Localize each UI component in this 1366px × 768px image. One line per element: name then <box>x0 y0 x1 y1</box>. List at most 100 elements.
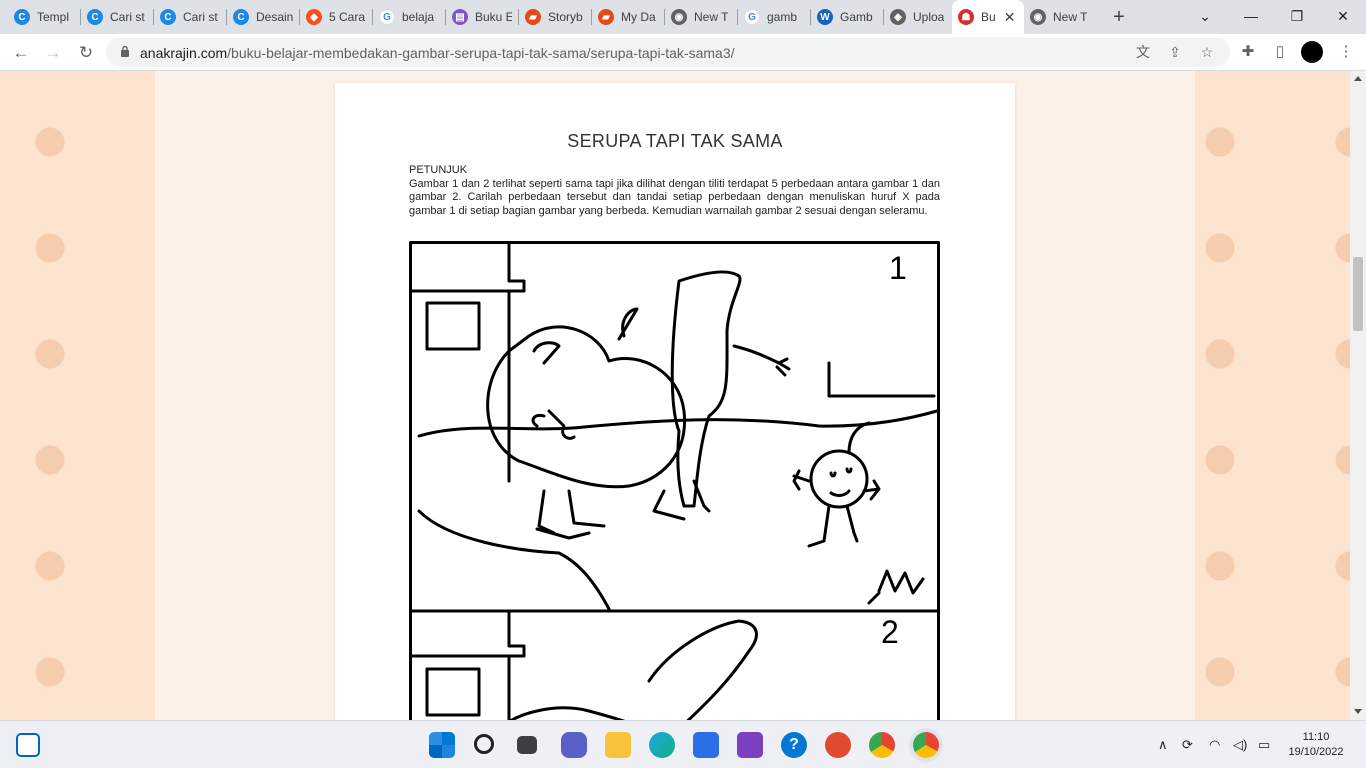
tab-label: Storyb <box>548 10 583 24</box>
browser-tab[interactable]: C Cari st <box>154 4 226 30</box>
start-button-icon[interactable] <box>429 732 455 758</box>
back-button[interactable]: ← <box>8 40 34 66</box>
tray-chevron-icon[interactable]: ∧ <box>1158 737 1168 753</box>
browser-tab[interactable]: Gbelaja <box>373 4 445 30</box>
panel-2-drawing: 2 <box>409 610 899 720</box>
scroll-down-arrow[interactable] <box>1354 709 1362 714</box>
restore-button[interactable]: ❐ <box>1274 4 1320 28</box>
chrome-active-icon[interactable] <box>913 732 939 758</box>
browser-tab[interactable]: W Gamb <box>811 4 883 30</box>
anakrajin-icon: ☗ <box>958 9 974 25</box>
panel-1-drawing: 1 <box>409 241 939 611</box>
panel-1-number: 1 <box>889 250 907 286</box>
google-icon: G <box>744 9 760 25</box>
chat-icon: ▰ <box>525 9 541 25</box>
share-icon[interactable]: ⇪ <box>1166 43 1184 61</box>
edge-icon[interactable] <box>649 732 675 758</box>
url-text[interactable]: anakrajin.com/buku-belajar-membedakan-ga… <box>140 45 735 61</box>
browser-tab[interactable]: ◉ New T <box>665 4 737 30</box>
tab-label: 5 Cara <box>329 10 366 24</box>
puzzle-illustration: 1 2 <box>409 241 940 720</box>
bookmark-star-icon[interactable]: ☆ <box>1198 43 1216 61</box>
translate-icon[interactable]: 文 <box>1134 43 1152 61</box>
browser-tab[interactable]: ◆ 5 Cara <box>300 4 372 30</box>
help-icon[interactable]: ? <box>781 732 807 758</box>
clock-time: 11:10 <box>1302 731 1330 743</box>
extensions-icon[interactable]: ✚ <box>1238 42 1258 62</box>
w-icon: W <box>817 9 833 25</box>
instruction-text: Gambar 1 dan 2 terlihat seperti sama tap… <box>409 178 940 217</box>
google-icon: G <box>379 9 395 25</box>
teams-chat-icon[interactable] <box>561 732 587 758</box>
scrollbar-thumb[interactable] <box>1353 257 1363 331</box>
panel-2-number: 2 <box>881 614 899 650</box>
browser-tab[interactable]: C Cari st <box>81 4 153 30</box>
forward-button[interactable]: → <box>40 40 66 66</box>
chat-icon: ▰ <box>598 9 614 25</box>
wifi-icon[interactable]: ◠ <box>1209 737 1220 753</box>
sync-icon[interactable]: ⟳ <box>1182 737 1193 753</box>
tab-label: Desain <box>256 10 293 24</box>
file-explorer-icon[interactable] <box>605 732 631 758</box>
task-view-icon[interactable] <box>517 736 537 754</box>
browser-tab[interactable]: C Templ <box>8 4 80 30</box>
browser-tab[interactable]: ☗ Bu ✕ <box>952 0 1024 34</box>
minimize-button[interactable]: — <box>1228 4 1274 28</box>
instruction-heading: PETUNJUK <box>409 164 468 176</box>
game-icon[interactable] <box>825 732 851 758</box>
canva-icon: C <box>160 9 176 25</box>
browser-tab[interactable]: Ggamb <box>738 4 810 30</box>
browser-tab[interactable]: ◉ New T <box>1024 4 1096 30</box>
chrome-icon: ◉ <box>671 9 687 25</box>
chrome-profile-icon[interactable] <box>869 732 895 758</box>
url-host: anakrajin.com <box>140 45 228 61</box>
tab-strip: C Templ C Cari st C Cari st C Desain ◆ 5 Cara Gbel… <box>0 0 1366 34</box>
reload-button[interactable]: ↻ <box>73 40 99 66</box>
url-path: /buku-belajar-membedakan-gambar-serupa-t… <box>227 45 735 61</box>
close-window-button[interactable]: ✕ <box>1320 4 1366 28</box>
menu-kebab-icon[interactable]: ⋮ <box>1336 42 1356 62</box>
store-icon[interactable] <box>693 732 719 758</box>
browser-toolbar: ← → ↻ anakrajin.com/buku-belajar-membeda… <box>0 34 1366 71</box>
tab-label: Gamb <box>840 10 873 24</box>
tab-label: My Da <box>621 10 656 24</box>
page-scrollbar[interactable] <box>1350 71 1366 720</box>
windows-taskbar: ? ∧ ⟳ ◠ ◁) ▭ 11:10 19/10/2022 <box>0 720 1366 768</box>
tab-label: gamb <box>767 10 798 24</box>
browser-tab[interactable]: ▰ My Da <box>592 4 664 30</box>
tab-label: Buku E <box>475 10 512 24</box>
app-icon[interactable] <box>737 732 763 758</box>
tab-label: New T <box>694 10 729 24</box>
tab-label: Bu <box>981 10 996 24</box>
canva-icon: C <box>87 9 103 25</box>
tab-label: Uploa <box>913 10 944 24</box>
scroll-up-arrow[interactable] <box>1354 76 1362 81</box>
tab-close-icon[interactable]: ✕ <box>1004 9 1016 26</box>
browser-tab[interactable]: ▰ Storyb <box>519 4 591 30</box>
search-icon[interactable] <box>474 734 494 754</box>
tab-label: belaja <box>402 10 435 24</box>
canva-icon: C <box>233 9 249 25</box>
tab-label: Cari st <box>183 10 218 24</box>
browser-tab[interactable]: ◈ Uploa <box>884 4 950 30</box>
tab-label: Cari st <box>110 10 145 24</box>
volume-icon[interactable]: ◁) <box>1233 737 1247 753</box>
lock-icon[interactable] <box>120 45 130 57</box>
browser-tab[interactable]: ▤ Buku E <box>446 4 518 30</box>
battery-icon[interactable]: ▭ <box>1258 737 1270 753</box>
chrome-icon: ◉ <box>1030 9 1046 25</box>
browser-tab[interactable]: C Desain <box>227 4 299 30</box>
book-icon: ▤ <box>452 9 468 25</box>
widgets-icon[interactable] <box>16 733 40 757</box>
content-column: SERUPA TAPI TAK SAMA PETUNJUK Gambar 1 d… <box>155 71 1195 720</box>
canva-icon: C <box>14 9 30 25</box>
new-tab-button[interactable]: + <box>1108 6 1130 28</box>
taskbar-clock[interactable]: 11:10 19/10/2022 <box>1284 730 1348 760</box>
profile-avatar[interactable] <box>1301 41 1323 63</box>
side-panel-icon[interactable]: ▯ <box>1270 42 1290 62</box>
nbc-icon: ◆ <box>306 9 322 25</box>
address-bar[interactable]: anakrajin.com/buku-belajar-membedakan-ga… <box>106 37 1230 67</box>
tab-label: New T <box>1053 10 1088 24</box>
tab-search-button[interactable]: ⌄ <box>1182 4 1228 28</box>
tab-label: Templ <box>37 10 70 24</box>
